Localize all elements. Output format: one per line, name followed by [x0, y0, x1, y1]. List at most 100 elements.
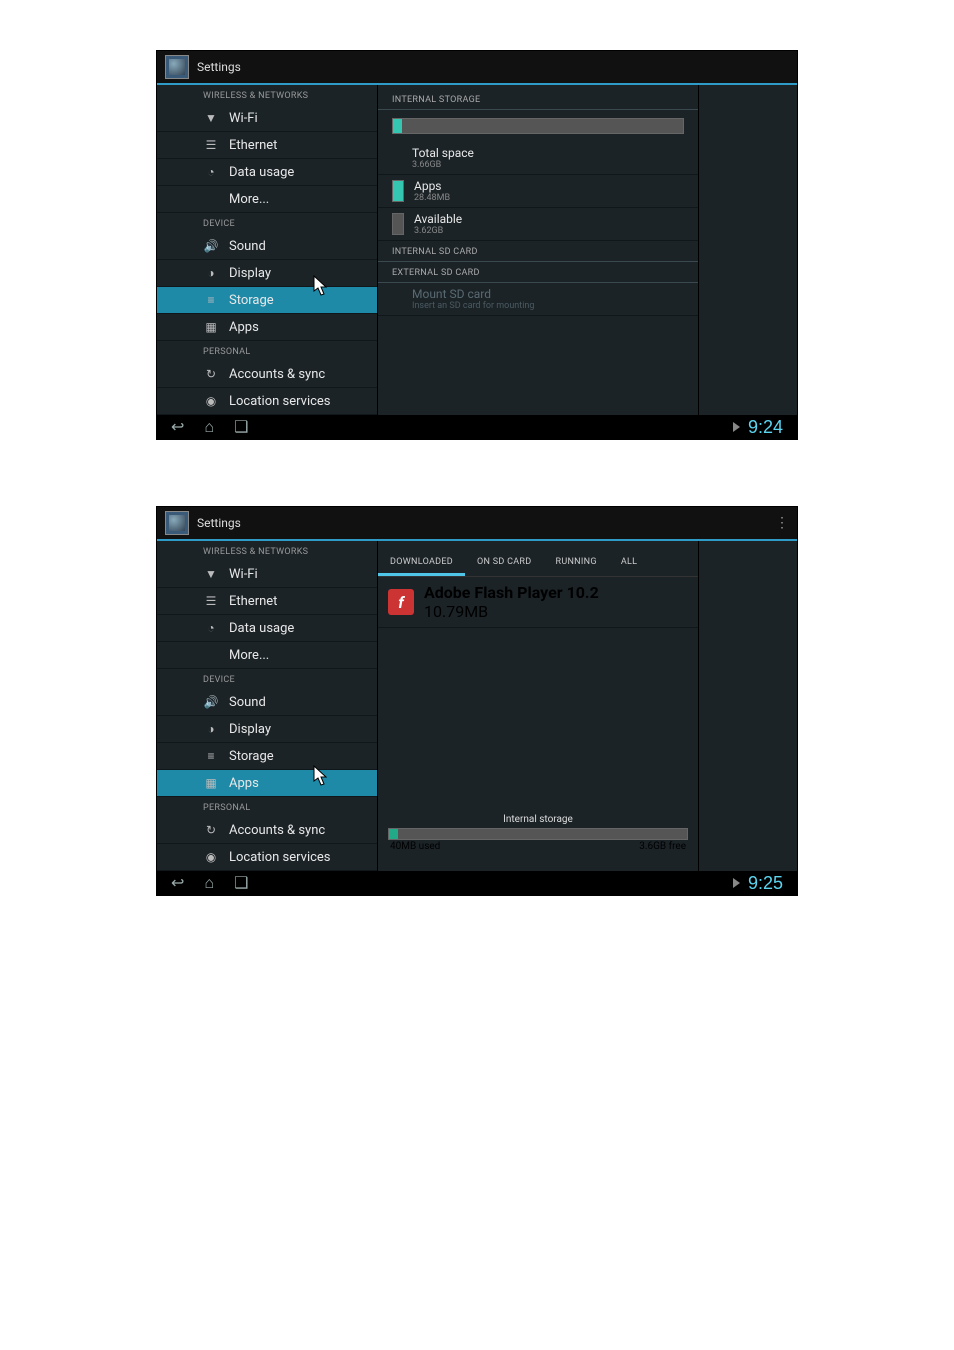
sidebar-item-storage[interactable]: ≡ Storage: [157, 287, 377, 314]
wifi-icon: ▼: [203, 566, 219, 582]
back-button[interactable]: ↩: [171, 417, 184, 437]
apps-icon: ▦: [203, 319, 219, 335]
settings-app-icon: [165, 511, 189, 535]
sidebar-item-label: Storage: [229, 293, 274, 308]
sidebar-item-wifi[interactable]: ▼Wi-Fi: [157, 561, 377, 588]
sync-icon: ↻: [203, 366, 219, 382]
data-icon: ◔: [203, 620, 219, 636]
sidebar-item-label: Sound: [229, 239, 266, 254]
notification-icon[interactable]: [733, 422, 740, 432]
eth-icon: ☰: [203, 593, 219, 609]
storage-used-label: 40MB used: [390, 841, 440, 852]
apps-tabs: DOWNLOADEDON SD CARDRUNNINGALL: [378, 551, 698, 577]
sidebar-item-label: Storage: [229, 749, 274, 764]
blank-icon: [203, 191, 219, 207]
sidebar-item-more[interactable]: More...: [157, 186, 377, 213]
sidebar-item-storage[interactable]: ≡ Storage: [157, 743, 377, 770]
storage-footer-bar: [388, 828, 688, 840]
home-button[interactable]: ⌂: [204, 417, 214, 437]
settings-sidebar: WIRELESS & NETWORKS▼Wi-Fi ☰ Ethernet ◔Data …: [157, 85, 378, 415]
sidebar-item-label: Apps: [229, 320, 259, 335]
loc-icon: ◉: [203, 849, 219, 865]
tab-all[interactable]: ALL: [609, 551, 649, 576]
eth-icon: ☰: [203, 137, 219, 153]
section-header-internal-storage: INTERNAL STORAGE: [378, 89, 698, 110]
section-header-external-sd: EXTERNAL SD CARD: [378, 262, 698, 283]
sidebar-item-eth[interactable]: ☰Ethernet: [157, 588, 377, 615]
sidebar-item-label: Display: [229, 266, 271, 281]
storage-usage-bar: [392, 118, 684, 134]
clock[interactable]: 9:25: [748, 873, 783, 894]
sidebar-item-loc[interactable]: ◉ Location services: [157, 388, 377, 415]
sidebar-item-acct[interactable]: ↻ Accounts & sync: [157, 361, 377, 388]
app-title: Settings: [197, 60, 241, 74]
back-button[interactable]: ↩: [171, 873, 184, 893]
storage-row-total[interactable]: Total space3.66GB: [378, 142, 698, 175]
settings-sidebar: WIRELESS & NETWORKS▼Wi-Fi☰Ethernet ◔ Data …: [157, 541, 378, 871]
storage-row-mount-sd: Mount SD cardInsert an SD card for mount…: [378, 283, 698, 316]
sidebar-item-data[interactable]: ◔Data usage: [157, 159, 377, 186]
sidebar-item-label: More...: [229, 192, 269, 207]
sidebar-item-apps[interactable]: ▦ Apps: [157, 314, 377, 341]
storage-free-label: 3.6GB free: [639, 841, 686, 852]
sidebar-category: WIRELESS & NETWORKS: [157, 541, 377, 561]
action-bar: Settings ⋮: [157, 507, 797, 541]
sound-icon: 🔊: [203, 238, 219, 254]
sidebar-item-loc[interactable]: ◉ Location services: [157, 844, 377, 871]
loc-icon: ◉: [203, 393, 219, 409]
sidebar-item-label: Data usage: [229, 165, 294, 180]
sidebar-item-label: Accounts & sync: [229, 823, 325, 838]
app-title: Settings: [197, 516, 241, 530]
sidebar-item-sound[interactable]: 🔊 Sound: [157, 689, 377, 716]
notification-icon[interactable]: [733, 878, 740, 888]
storage-icon: ≡: [203, 748, 219, 764]
sidebar-item-label: Accounts & sync: [229, 367, 325, 382]
storage-row-apps[interactable]: Apps28.48MB: [378, 175, 698, 208]
sidebar-category: DEVICE: [157, 669, 377, 689]
system-bar: ↩ ⌂ ❑ 9:24: [157, 415, 797, 439]
display-icon: ◑: [203, 265, 219, 281]
apps-icon: ▦: [203, 775, 219, 791]
sidebar-item-data[interactable]: ◔ Data usage: [157, 615, 377, 642]
display-icon: ◑: [203, 721, 219, 737]
available-color-swatch: [392, 213, 404, 235]
app-list-item[interactable]: fAdobe Flash Player 10.210.79MB: [378, 577, 698, 628]
sidebar-item-label: Ethernet: [229, 138, 277, 153]
flash-icon: f: [388, 589, 414, 615]
sidebar-item-label: Wi-Fi: [229, 111, 258, 126]
sync-icon: ↻: [203, 822, 219, 838]
sidebar-item-display[interactable]: ◑ Display: [157, 260, 377, 287]
sidebar-item-eth[interactable]: ☰ Ethernet: [157, 132, 377, 159]
blank-icon: [203, 647, 219, 663]
sidebar-item-apps[interactable]: ▦ Apps: [157, 770, 377, 797]
tab-running[interactable]: RUNNING: [543, 551, 608, 576]
recents-button[interactable]: ❑: [234, 873, 248, 893]
sound-icon: 🔊: [203, 694, 219, 710]
sidebar-item-label: Location services: [229, 394, 331, 409]
tab-downloaded[interactable]: DOWNLOADED: [378, 551, 465, 576]
sidebar-item-wifi[interactable]: ▼Wi-Fi: [157, 105, 377, 132]
section-header-internal-sd: INTERNAL SD CARD: [378, 241, 698, 262]
sidebar-category: PERSONAL: [157, 341, 377, 361]
sidebar-item-display[interactable]: ◑Display: [157, 716, 377, 743]
system-bar: ↩ ⌂ ❑ 9:25: [157, 871, 797, 895]
clock[interactable]: 9:24: [748, 417, 783, 438]
home-button[interactable]: ⌂: [204, 873, 214, 893]
sidebar-item-acct[interactable]: ↻ Accounts & sync: [157, 817, 377, 844]
sidebar-category: DEVICE: [157, 213, 377, 233]
sidebar-item-label: More...: [229, 648, 269, 663]
tab-on-sd-card[interactable]: ON SD CARD: [465, 551, 544, 576]
storage-row-available[interactable]: Available3.62GB: [378, 208, 698, 241]
settings-app-icon: [165, 55, 189, 79]
sidebar-item-sound[interactable]: 🔊 Sound: [157, 233, 377, 260]
sidebar-category: WIRELESS & NETWORKS: [157, 85, 377, 105]
sidebar-item-more[interactable]: More...: [157, 642, 377, 669]
recents-button[interactable]: ❑: [234, 417, 248, 437]
sidebar-item-label: Apps: [229, 776, 259, 791]
storage-icon: ≡: [203, 292, 219, 308]
overflow-menu-icon[interactable]: ⋮: [775, 521, 789, 525]
sidebar-item-label: Data usage: [229, 621, 294, 636]
content-pane: DOWNLOADEDON SD CARDRUNNINGALLfAdobe Fla…: [378, 541, 699, 871]
sidebar-item-label: Sound: [229, 695, 266, 710]
sidebar-item-label: Location services: [229, 850, 331, 865]
